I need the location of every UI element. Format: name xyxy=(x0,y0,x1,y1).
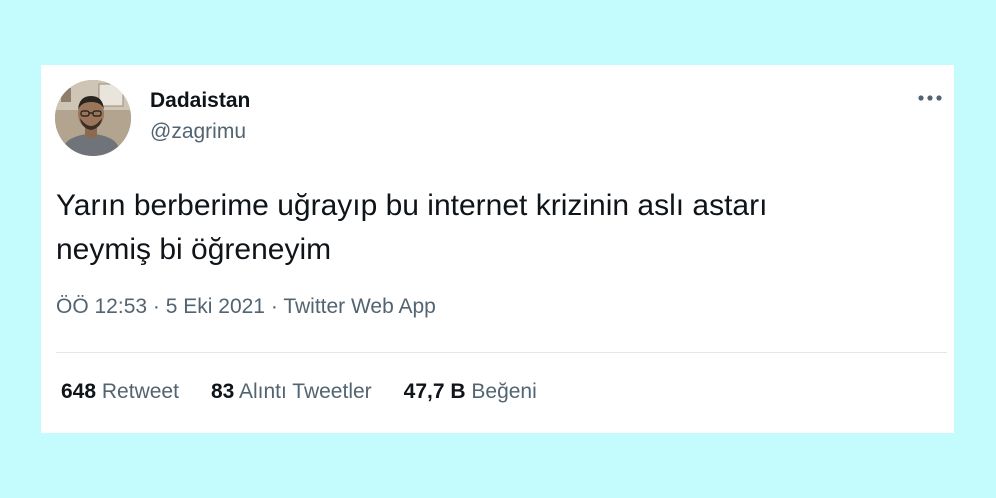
author-handle[interactable]: @zagrimu xyxy=(150,120,246,144)
author-name[interactable]: Dadaistan xyxy=(150,89,250,113)
retweet-label: Retweet xyxy=(101,380,179,403)
tweet-card: Dadaistan @zagrimu Yarın berberime uğray… xyxy=(41,65,954,433)
tweet-text: Yarın berberime uğrayıp bu internet kriz… xyxy=(56,184,936,272)
quote-tweet-stat[interactable]: 83 Alıntı Tweetler xyxy=(211,380,372,404)
quote-tweet-count: 83 xyxy=(210,380,235,403)
like-count: 47,7 B xyxy=(403,380,466,403)
meta-separator: · xyxy=(270,295,278,318)
avatar-photo xyxy=(55,80,131,156)
tweet-date[interactable]: 5 Eki 2021 xyxy=(166,295,265,318)
tweet-stats: 648 Retweet 83 Alıntı Tweetler 47,7 B Be… xyxy=(61,380,569,404)
retweet-count: 648 xyxy=(61,380,97,403)
quote-tweet-label: Alıntı Tweetler xyxy=(238,380,372,403)
retweet-stat[interactable]: 648 Retweet xyxy=(61,380,179,404)
tweet-text-line: neymiş bi öğreneyim xyxy=(56,233,332,266)
avatar[interactable] xyxy=(55,80,131,156)
tweet-text-line: Yarın berberime uğrayıp bu internet kriz… xyxy=(56,189,768,222)
tweet-meta: ÖÖ 12:53 · 5 Eki 2021 · Twitter Web App xyxy=(56,295,436,319)
like-stat[interactable]: 47,7 B Beğeni xyxy=(404,380,537,404)
like-label: Beğeni xyxy=(471,380,537,403)
meta-separator: · xyxy=(152,295,160,318)
tweet-source[interactable]: Twitter Web App xyxy=(283,295,436,318)
divider xyxy=(56,352,947,353)
tweet-time[interactable]: ÖÖ 12:53 xyxy=(56,295,147,318)
more-icon[interactable] xyxy=(915,87,945,109)
